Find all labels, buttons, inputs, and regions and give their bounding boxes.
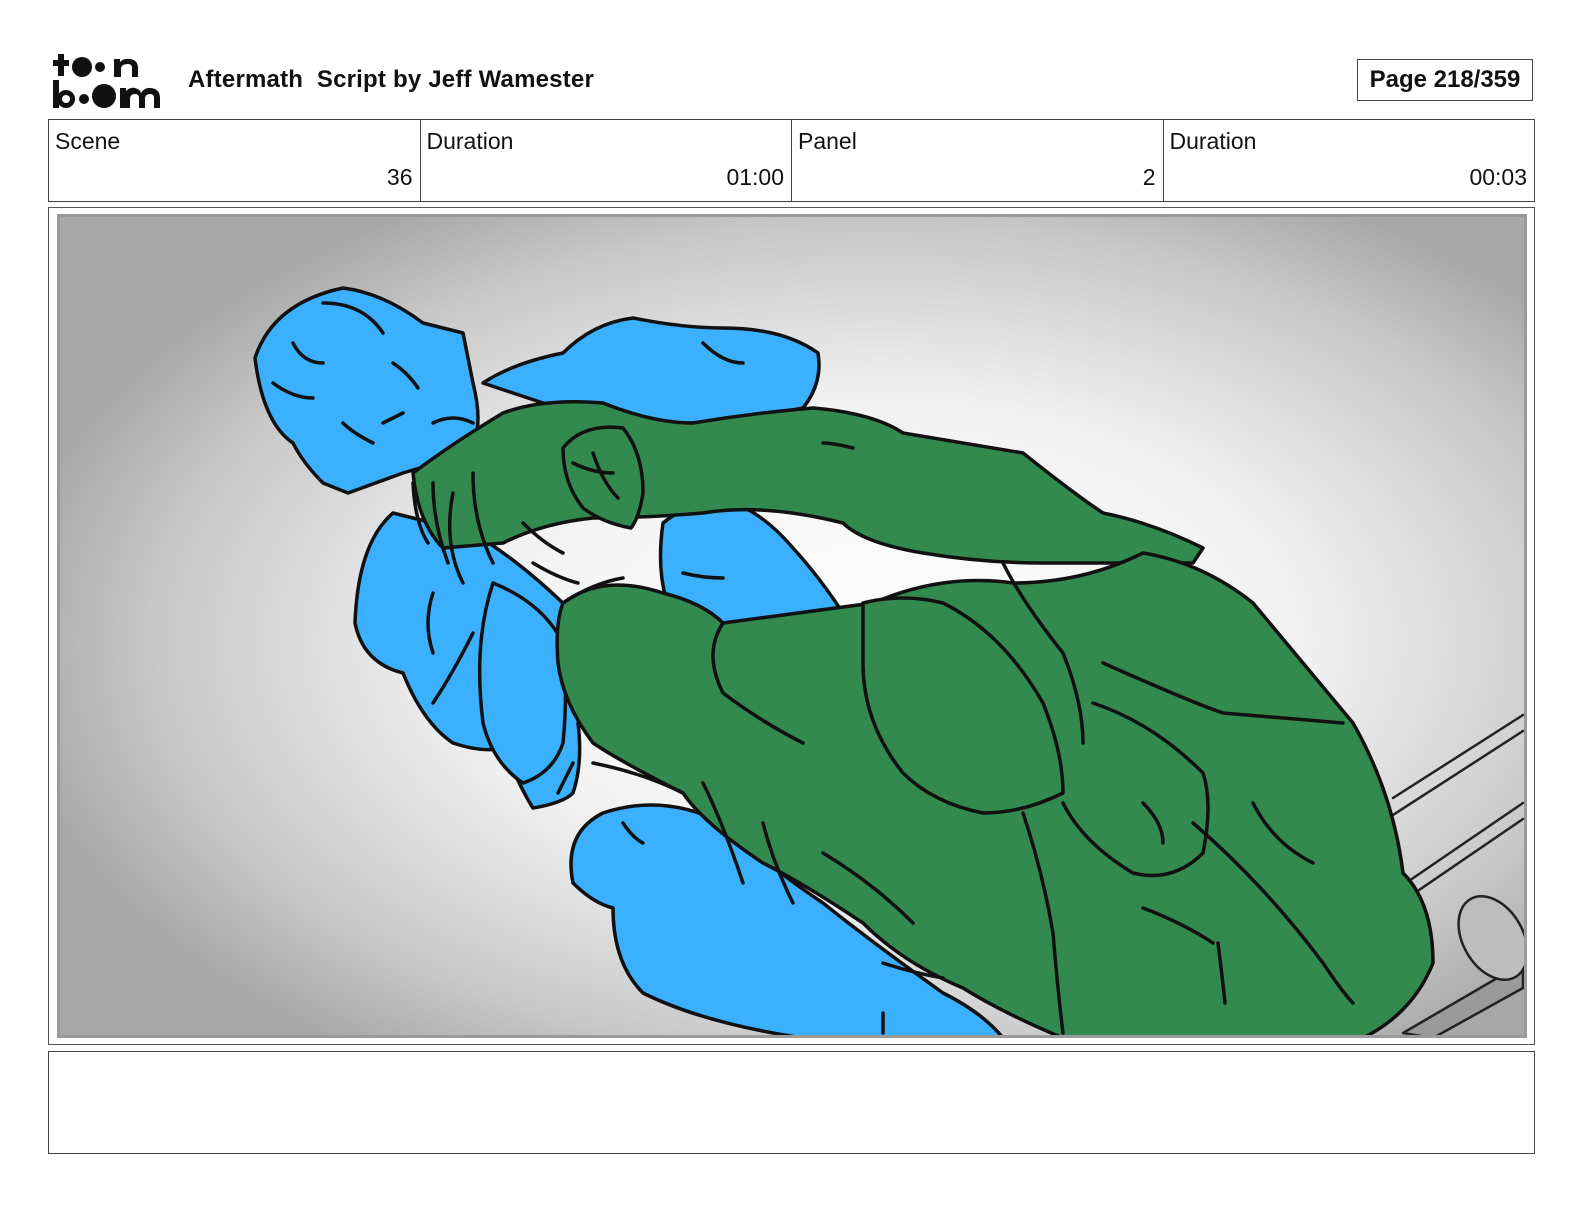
storyboard-panel-image: [57, 214, 1527, 1038]
panel-drawing: [253, 286, 1524, 1035]
scene-duration-value: 01:00: [726, 164, 784, 190]
scene-duration-label: Duration: [426, 128, 514, 154]
panel-duration-value: 00:03: [1469, 164, 1527, 190]
panel-notes-box: [48, 1051, 1535, 1154]
scene-duration-cell: Duration 01:00: [419, 120, 792, 201]
panel-value: 2: [1142, 164, 1156, 190]
panel-duration-cell: Duration 00:03: [1162, 120, 1535, 201]
page-number: Page 218/359: [1357, 59, 1533, 101]
toon-boom-logo: [53, 54, 160, 108]
scene-cell: Scene 36: [49, 120, 420, 201]
scene-value: 36: [386, 164, 413, 190]
document-title: Aftermath Script by Jeff Wamester: [188, 66, 595, 93]
scene-label: Scene: [55, 128, 121, 154]
panel-label: Panel: [798, 128, 857, 154]
panel-duration-label: Duration: [1169, 128, 1257, 154]
scene-info-row: Scene 36 Duration 01:00 Panel 2 Duration…: [48, 119, 1535, 202]
panel-cell: Panel 2: [791, 120, 1163, 201]
